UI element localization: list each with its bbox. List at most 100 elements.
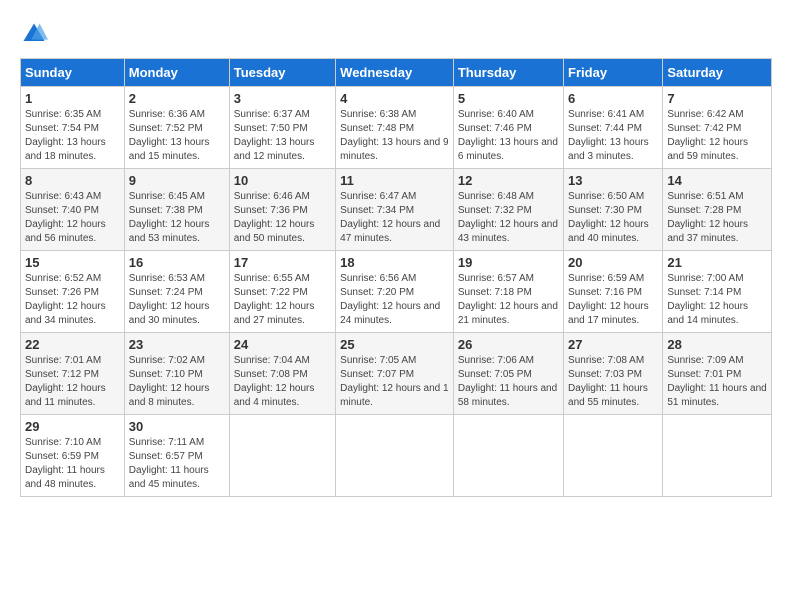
day-number: 18 — [340, 255, 449, 270]
day-cell: 25 Sunrise: 7:05 AM Sunset: 7:07 PM Dayli… — [336, 333, 454, 415]
day-info: Sunrise: 7:01 AM Sunset: 7:12 PM Dayligh… — [25, 354, 120, 410]
day-number: 15 — [25, 255, 120, 270]
day-info: Sunrise: 7:08 AM Sunset: 7:03 PM Dayligh… — [568, 354, 658, 410]
day-cell: 9Sunrise: 6:45 AM Sunset: 7:38 PM Daylig… — [124, 169, 229, 251]
day-info: Sunrise: 7:06 AM Sunset: 7:05 PM Dayligh… — [458, 354, 559, 410]
day-number: 20 — [568, 255, 658, 270]
day-cell: 18 Sunrise: 6:56 AM Sunset: 7:20 PM Dayli… — [336, 251, 454, 333]
day-number: 10 — [234, 173, 331, 188]
day-number: 12 — [458, 173, 559, 188]
header-row: SundayMondayTuesdayWednesdayThursdayFrid… — [21, 59, 772, 87]
day-info: Sunrise: 6:59 AM Sunset: 7:16 PM Dayligh… — [568, 272, 658, 328]
day-cell: 13Sunrise: 6:50 AM Sunset: 7:30 PM Dayli… — [564, 169, 663, 251]
day-cell: 20 Sunrise: 6:59 AM Sunset: 7:16 PM Dayli… — [564, 251, 663, 333]
day-cell: 28 Sunrise: 7:09 AM Sunset: 7:01 PM Dayli… — [663, 333, 772, 415]
day-number: 27 — [568, 337, 658, 352]
day-number: 13 — [568, 173, 658, 188]
day-cell: 12 Sunrise: 6:48 AM Sunset: 7:32 PM Dayli… — [453, 169, 563, 251]
header-monday: Monday — [124, 59, 229, 87]
week-row-5: 29 Sunrise: 7:10 AM Sunset: 6:59 PM Dayli… — [21, 415, 772, 497]
day-cell: 3 Sunrise: 6:37 AM Sunset: 7:50 PM Daylig… — [229, 87, 335, 169]
day-number: 4 — [340, 91, 449, 106]
day-number: 5 — [458, 91, 559, 106]
day-cell: 27 Sunrise: 7:08 AM Sunset: 7:03 PM Dayli… — [564, 333, 663, 415]
day-info: Sunrise: 6:37 AM Sunset: 7:50 PM Dayligh… — [234, 108, 331, 164]
day-number: 28 — [667, 337, 767, 352]
day-info: Sunrise: 7:00 AM Sunset: 7:14 PM Dayligh… — [667, 272, 767, 328]
day-number: 21 — [667, 255, 767, 270]
day-cell: 1 Sunrise: 6:35 AM Sunset: 7:54 PM Daylig… — [21, 87, 125, 169]
day-cell: 19 Sunrise: 6:57 AM Sunset: 7:18 PM Dayli… — [453, 251, 563, 333]
calendar-table: SundayMondayTuesdayWednesdayThursdayFrid… — [20, 58, 772, 497]
day-info: Sunrise: 6:42 AM Sunset: 7:42 PM Dayligh… — [667, 108, 767, 164]
day-cell — [336, 415, 454, 497]
day-cell — [229, 415, 335, 497]
day-cell: 15 Sunrise: 6:52 AM Sunset: 7:26 PM Dayli… — [21, 251, 125, 333]
day-info: Sunrise: 6:45 AM Sunset: 7:38 PM Dayligh… — [129, 190, 225, 246]
day-info: Sunrise: 6:57 AM Sunset: 7:18 PM Dayligh… — [458, 272, 559, 328]
day-cell: 23 Sunrise: 7:02 AM Sunset: 7:10 PM Dayli… — [124, 333, 229, 415]
day-number: 2 — [129, 91, 225, 106]
day-info: Sunrise: 7:11 AM Sunset: 6:57 PM Dayligh… — [129, 436, 225, 492]
day-number: 1 — [25, 91, 120, 106]
day-number: 17 — [234, 255, 331, 270]
day-info: Sunrise: 6:38 AM Sunset: 7:48 PM Dayligh… — [340, 108, 449, 164]
day-cell: 16 Sunrise: 6:53 AM Sunset: 7:24 PM Dayli… — [124, 251, 229, 333]
day-info: Sunrise: 6:43 AM Sunset: 7:40 PM Dayligh… — [25, 190, 120, 246]
day-cell: 6 Sunrise: 6:41 AM Sunset: 7:44 PM Daylig… — [564, 87, 663, 169]
header-friday: Friday — [564, 59, 663, 87]
week-row-2: 8 Sunrise: 6:43 AM Sunset: 7:40 PM Daylig… — [21, 169, 772, 251]
day-number: 22 — [25, 337, 120, 352]
day-cell: 30Sunrise: 7:11 AM Sunset: 6:57 PM Dayli… — [124, 415, 229, 497]
day-cell: 11 Sunrise: 6:47 AM Sunset: 7:34 PM Dayli… — [336, 169, 454, 251]
day-info: Sunrise: 7:09 AM Sunset: 7:01 PM Dayligh… — [667, 354, 767, 410]
header-wednesday: Wednesday — [336, 59, 454, 87]
day-cell: 4 Sunrise: 6:38 AM Sunset: 7:48 PM Daylig… — [336, 87, 454, 169]
day-info: Sunrise: 6:51 AM Sunset: 7:28 PM Dayligh… — [667, 190, 767, 246]
day-number: 8 — [25, 173, 120, 188]
day-number: 11 — [340, 173, 449, 188]
day-cell: 29 Sunrise: 7:10 AM Sunset: 6:59 PM Dayli… — [21, 415, 125, 497]
day-number: 16 — [129, 255, 225, 270]
week-row-3: 15 Sunrise: 6:52 AM Sunset: 7:26 PM Dayli… — [21, 251, 772, 333]
day-info: Sunrise: 7:10 AM Sunset: 6:59 PM Dayligh… — [25, 436, 120, 492]
header-saturday: Saturday — [663, 59, 772, 87]
header-tuesday: Tuesday — [229, 59, 335, 87]
day-info: Sunrise: 6:35 AM Sunset: 7:54 PM Dayligh… — [25, 108, 120, 164]
day-info: Sunrise: 6:41 AM Sunset: 7:44 PM Dayligh… — [568, 108, 658, 164]
day-info: Sunrise: 7:02 AM Sunset: 7:10 PM Dayligh… — [129, 354, 225, 410]
day-info: Sunrise: 6:36 AM Sunset: 7:52 PM Dayligh… — [129, 108, 225, 164]
day-number: 19 — [458, 255, 559, 270]
header-thursday: Thursday — [453, 59, 563, 87]
week-row-4: 22 Sunrise: 7:01 AM Sunset: 7:12 PM Dayli… — [21, 333, 772, 415]
day-info: Sunrise: 6:55 AM Sunset: 7:22 PM Dayligh… — [234, 272, 331, 328]
day-cell: 7 Sunrise: 6:42 AM Sunset: 7:42 PM Daylig… — [663, 87, 772, 169]
day-number: 6 — [568, 91, 658, 106]
day-info: Sunrise: 6:40 AM Sunset: 7:46 PM Dayligh… — [458, 108, 559, 164]
day-cell: 8 Sunrise: 6:43 AM Sunset: 7:40 PM Daylig… — [21, 169, 125, 251]
day-cell: 2 Sunrise: 6:36 AM Sunset: 7:52 PM Daylig… — [124, 87, 229, 169]
day-number: 3 — [234, 91, 331, 106]
day-info: Sunrise: 6:46 AM Sunset: 7:36 PM Dayligh… — [234, 190, 331, 246]
day-number: 29 — [25, 419, 120, 434]
day-number: 25 — [340, 337, 449, 352]
day-info: Sunrise: 6:56 AM Sunset: 7:20 PM Dayligh… — [340, 272, 449, 328]
header-sunday: Sunday — [21, 59, 125, 87]
day-info: Sunrise: 6:52 AM Sunset: 7:26 PM Dayligh… — [25, 272, 120, 328]
day-cell: 5 Sunrise: 6:40 AM Sunset: 7:46 PM Daylig… — [453, 87, 563, 169]
day-info: Sunrise: 7:04 AM Sunset: 7:08 PM Dayligh… — [234, 354, 331, 410]
day-info: Sunrise: 6:47 AM Sunset: 7:34 PM Dayligh… — [340, 190, 449, 246]
logo-icon — [20, 20, 48, 48]
day-number: 7 — [667, 91, 767, 106]
page-header — [20, 20, 772, 48]
day-info: Sunrise: 7:05 AM Sunset: 7:07 PM Dayligh… — [340, 354, 449, 410]
day-cell: 17 Sunrise: 6:55 AM Sunset: 7:22 PM Dayli… — [229, 251, 335, 333]
day-cell — [663, 415, 772, 497]
day-number: 24 — [234, 337, 331, 352]
day-number: 23 — [129, 337, 225, 352]
logo — [20, 20, 52, 48]
day-info: Sunrise: 6:48 AM Sunset: 7:32 PM Dayligh… — [458, 190, 559, 246]
day-cell: 14Sunrise: 6:51 AM Sunset: 7:28 PM Dayli… — [663, 169, 772, 251]
day-cell: 24 Sunrise: 7:04 AM Sunset: 7:08 PM Dayli… — [229, 333, 335, 415]
day-info: Sunrise: 6:53 AM Sunset: 7:24 PM Dayligh… — [129, 272, 225, 328]
